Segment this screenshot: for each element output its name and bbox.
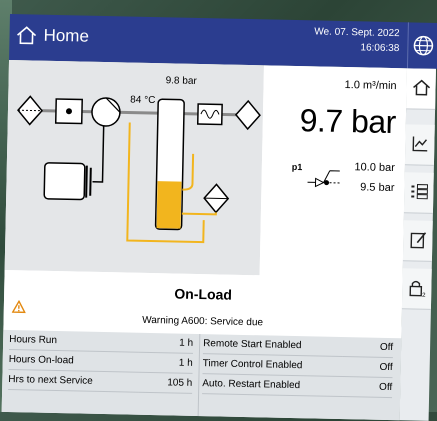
status-panel: On-Load Warning A600: Service due	[3, 270, 402, 338]
temperature-label: 84 °C	[130, 95, 155, 107]
time-text: 16:06:38	[314, 39, 400, 56]
language-button[interactable]	[407, 22, 437, 69]
list-icon	[409, 181, 429, 201]
globe-icon	[412, 34, 434, 56]
sidebar-item-edit[interactable]	[403, 220, 433, 262]
setpoint-high: 10.0 bar	[354, 161, 395, 174]
main-panel: 9.8 bar 84 °C 1.0 m³/min 9.7 bar p1 10.0…	[2, 60, 407, 420]
home-icon[interactable]	[15, 24, 37, 46]
hours-onload-value: 1 h	[139, 353, 193, 374]
hours-run-value: 1 h	[139, 333, 193, 354]
auto-restart-value: Off	[342, 377, 392, 398]
sidebar: 2	[400, 68, 436, 421]
hours-run-label: Hours Run	[9, 330, 139, 353]
edit-icon	[408, 229, 428, 249]
sidebar-item-list[interactable]	[404, 172, 434, 214]
page-title: Home	[43, 26, 89, 47]
table-divider	[198, 334, 201, 416]
sidebar-item-chart[interactable]	[405, 124, 435, 166]
datetime: We. 07. Sept. 2022 16:06:38	[314, 24, 400, 56]
svg-text:2: 2	[422, 293, 426, 298]
readings-panel: 1.0 m³/min 9.7 bar p1 10.0 bar 9.5 bar	[260, 65, 407, 278]
p1-label: p1	[292, 162, 303, 172]
timer-control-value: Off	[342, 357, 392, 378]
date-text: We. 07. Sept. 2022	[314, 24, 400, 41]
aftercooler-symbol	[236, 101, 261, 129]
sidebar-item-access[interactable]: 2	[402, 268, 432, 310]
pressure-switch-icon	[305, 166, 346, 197]
flow-value: 1.0 m³/min	[344, 79, 396, 92]
chart-icon	[410, 133, 430, 153]
compressor-symbol	[92, 98, 121, 127]
motor-symbol	[44, 163, 85, 200]
schematic-svg	[5, 60, 264, 275]
hrs-next-service-label: Hrs to next Service	[8, 370, 138, 393]
header-bar: Home We. 07. Sept. 2022 16:06:38	[9, 14, 408, 68]
setpoint-low: 9.5 bar	[360, 181, 394, 194]
compressor-diagram: 9.8 bar 84 °C	[5, 60, 264, 275]
lock-icon: 2	[407, 277, 427, 297]
pressure-value: 9.7 bar	[299, 102, 396, 141]
home-icon	[411, 77, 431, 97]
hmi-screen: Home We. 07. Sept. 2022 16:06:38	[2, 14, 437, 421]
tank-pressure-label: 9.8 bar	[166, 75, 197, 87]
sidebar-item-home[interactable]	[406, 68, 436, 110]
info-table: Hours Run 1 h Hours On-load 1 h Hrs to n…	[2, 330, 402, 420]
hours-onload-label: Hours On-load	[9, 350, 139, 373]
status-state: On-Load	[4, 282, 402, 306]
warning-message: Warning A600: Service due	[4, 312, 402, 331]
hrs-next-service-value: 105 h	[138, 373, 192, 394]
auto-restart-label: Auto. Restart Enabled	[202, 374, 342, 397]
remote-start-value: Off	[343, 337, 393, 358]
